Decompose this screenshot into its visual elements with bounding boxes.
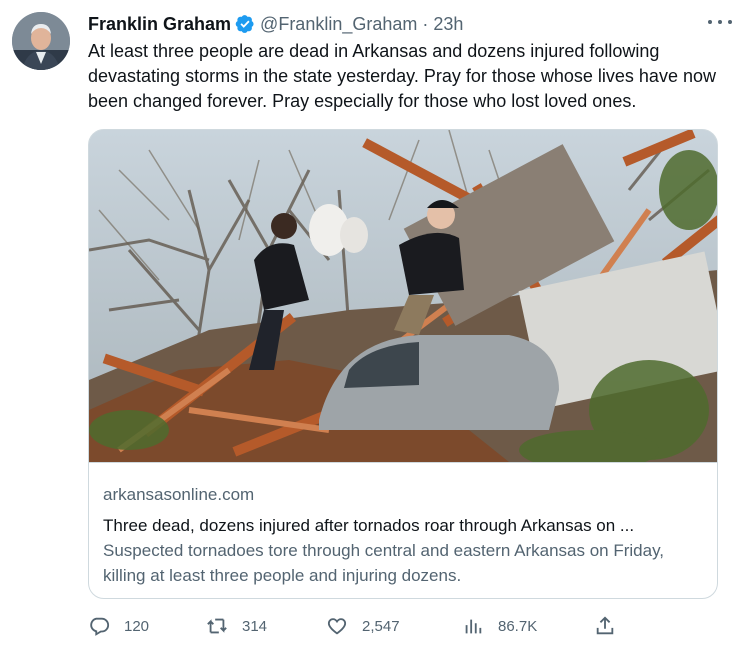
card-description: Suspected tornadoes tore through central… bbox=[103, 541, 665, 585]
share-button[interactable] bbox=[594, 615, 630, 637]
like-button[interactable]: 2,547 bbox=[326, 615, 400, 637]
views-button[interactable]: 86.7K bbox=[462, 615, 537, 637]
views-icon bbox=[465, 619, 482, 634]
card-body: arkansasonline.com Three dead, dozens in… bbox=[103, 482, 703, 588]
retweet-button[interactable]: 314 bbox=[206, 615, 267, 637]
retweet-icon bbox=[207, 618, 227, 634]
link-card[interactable]: arkansasonline.com Three dead, dozens in… bbox=[88, 129, 718, 599]
avatar[interactable] bbox=[12, 12, 70, 70]
card-title: Three dead, dozens injured after tornado… bbox=[103, 516, 635, 535]
tweet-header: Franklin Graham @Franklin_Graham · 23h bbox=[88, 12, 728, 36]
heart-icon bbox=[327, 618, 347, 635]
separator-dot: · bbox=[422, 13, 429, 34]
more-icon[interactable] bbox=[708, 12, 732, 32]
card-image[interactable] bbox=[89, 130, 717, 463]
views-count: 86.7K bbox=[498, 617, 538, 635]
tweet-text: At least three people are dead in Arkans… bbox=[88, 41, 716, 111]
author-name[interactable]: Franklin Graham bbox=[88, 14, 231, 35]
like-count: 2,547 bbox=[362, 617, 400, 635]
retweet-count: 314 bbox=[242, 617, 268, 635]
tweet[interactable]: Franklin Graham @Franklin_Graham · 23h A… bbox=[0, 0, 742, 656]
card-domain: arkansasonline.com bbox=[103, 485, 255, 504]
reply-button[interactable]: 120 bbox=[88, 615, 149, 637]
reply-count: 120 bbox=[124, 617, 150, 635]
author-handle[interactable]: @Franklin_Graham bbox=[260, 14, 417, 35]
timestamp[interactable]: 23h bbox=[433, 14, 463, 35]
tweet-actions: 120 314 2,547 86.7K bbox=[88, 615, 728, 643]
reply-icon bbox=[90, 617, 110, 636]
share-icon bbox=[596, 616, 614, 635]
verified-badge-icon bbox=[235, 14, 255, 34]
